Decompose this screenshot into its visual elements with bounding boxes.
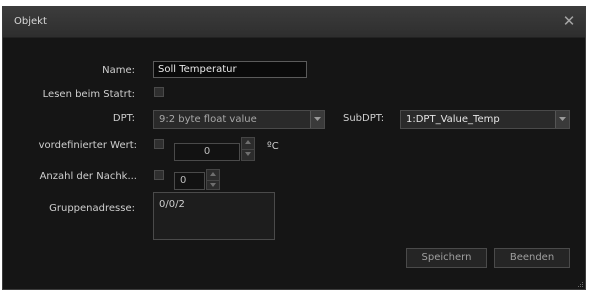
subdpt-label: SubDPT:: [343, 113, 385, 124]
count-stepper[interactable]: [206, 169, 220, 190]
count-label: Anzahl der Nachk...: [39, 171, 137, 182]
dpt-select-value: 9:2 byte float value: [159, 114, 257, 125]
chevron-up-icon[interactable]: [207, 170, 219, 180]
title-bar[interactable]: Objekt ✕: [3, 7, 585, 38]
read-on-start-checkbox[interactable]: [154, 87, 164, 97]
subdpt-select[interactable]: 1:DPT_Value_Temp: [400, 110, 570, 129]
save-button[interactable]: Speichern: [406, 248, 487, 268]
name-input[interactable]: Soll Temperatur: [153, 61, 307, 78]
subdpt-select-value: 1:DPT_Value_Temp: [406, 114, 500, 125]
count-input[interactable]: 0: [174, 172, 205, 190]
count-checkbox[interactable]: [154, 170, 164, 180]
object-dialog: Objekt ✕ Name: Soll Temperatur Lesen bei…: [2, 6, 586, 290]
predefined-value-checkbox[interactable]: [154, 139, 164, 149]
dpt-label: DPT:: [112, 113, 135, 124]
chevron-down-icon[interactable]: [207, 179, 219, 190]
predefined-value-stepper[interactable]: [241, 137, 255, 161]
chevron-down-icon[interactable]: [555, 111, 569, 128]
read-on-start-label: Lesen beim Statrt:: [42, 89, 135, 100]
chevron-down-icon[interactable]: [242, 149, 254, 160]
name-label: Name:: [102, 65, 135, 76]
dpt-select[interactable]: 9:2 byte float value: [153, 110, 325, 129]
chevron-down-icon[interactable]: [310, 111, 324, 128]
unit-label: ºC: [267, 141, 279, 152]
group-address-label: Gruppenadresse:: [49, 203, 135, 214]
predefined-value-label: vordefinierter Wert:: [38, 140, 137, 151]
close-icon[interactable]: ✕: [562, 13, 576, 29]
resize-grip-icon[interactable]: [576, 280, 584, 288]
dialog-title: Objekt: [14, 16, 47, 27]
predefined-value-input[interactable]: 0: [174, 143, 240, 161]
close-button[interactable]: Beenden: [494, 248, 570, 268]
group-address-field[interactable]: 0/0/2: [153, 192, 275, 240]
chevron-up-icon[interactable]: [242, 138, 254, 149]
